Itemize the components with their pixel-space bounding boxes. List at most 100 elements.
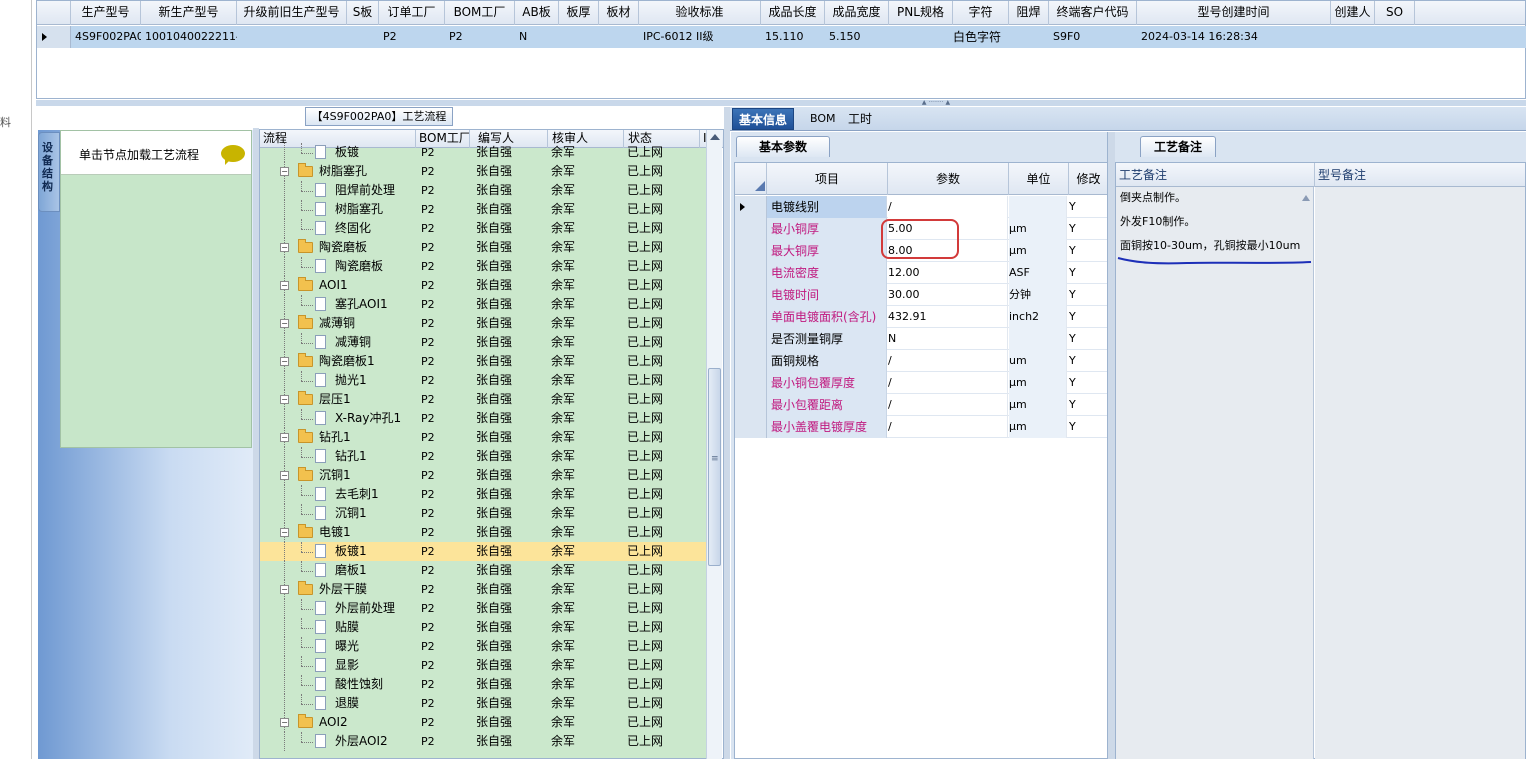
cell-order-factory[interactable]: P2 bbox=[379, 26, 445, 48]
collapse-icon[interactable]: − bbox=[280, 528, 289, 537]
tree-row[interactable]: 外层前处理 P2 张自强 余军 已上网 bbox=[260, 599, 706, 618]
param-value[interactable]: 30.00 bbox=[888, 284, 1008, 306]
horizontal-splitter[interactable]: ▲ ········ ▲ bbox=[36, 100, 1526, 106]
collapse-icon[interactable]: − bbox=[280, 585, 289, 594]
col-new-prod-model[interactable]: 新生产型号 bbox=[141, 1, 237, 25]
cell-char[interactable]: 白色字符 bbox=[949, 26, 1009, 48]
collapse-icon[interactable]: − bbox=[280, 433, 289, 442]
tree-row[interactable]: − 陶瓷磨板1 P2 张自强 余军 已上网 bbox=[260, 352, 706, 371]
col-creator[interactable]: 创建人 bbox=[1331, 1, 1375, 25]
cell-created[interactable]: 2024-03-14 16:28:34 bbox=[1137, 26, 1331, 48]
param-row[interactable]: 电镀时间 30.00 分钟 Y bbox=[735, 284, 1107, 306]
tree-row[interactable]: 终固化 P2 张自强 余军 已上网 bbox=[260, 219, 706, 238]
tree-scrollbar[interactable]: ≡ bbox=[706, 130, 722, 759]
tree-row[interactable]: − 电镀1 P2 张自强 余军 已上网 bbox=[260, 523, 706, 542]
col-prod-model[interactable]: 生产型号 bbox=[71, 1, 141, 25]
tree-row[interactable]: 陶瓷磨板 P2 张自强 余军 已上网 bbox=[260, 257, 706, 276]
collapse-icon[interactable]: − bbox=[280, 395, 289, 404]
col-standard[interactable]: 验收标准 bbox=[639, 1, 761, 25]
cell-standard[interactable]: IPC-6012 II级 bbox=[639, 26, 761, 48]
process-remark-textarea[interactable]: 倒夹点制作。 外发F10制作。 面铜按10-30um，孔铜按最小10um bbox=[1116, 187, 1314, 759]
tree-row[interactable]: 贴膜 P2 张自强 余军 已上网 bbox=[260, 618, 706, 637]
param-row[interactable]: 电镀线别 / Y bbox=[735, 196, 1107, 218]
tree-row[interactable]: 酸性蚀刻 P2 张自强 余军 已上网 bbox=[260, 675, 706, 694]
param-value[interactable]: / bbox=[888, 394, 1008, 416]
tree-row[interactable]: 树脂塞孔 P2 张自强 余军 已上网 bbox=[260, 200, 706, 219]
cell-material[interactable] bbox=[599, 26, 639, 48]
collapse-icon[interactable]: − bbox=[280, 357, 289, 366]
col-length[interactable]: 成品长度 bbox=[761, 1, 825, 25]
vertical-splitter-mid[interactable] bbox=[724, 107, 730, 759]
col-modify[interactable]: 修改 bbox=[1069, 163, 1107, 195]
tab-bom[interactable]: BOM bbox=[804, 108, 842, 130]
collapse-icon[interactable]: − bbox=[280, 319, 289, 328]
col-order-factory[interactable]: 订单工厂 bbox=[379, 1, 445, 25]
process-tree-grid[interactable]: 流程 BOM工厂 编写人 核审人 状态 I 板镀 P2 张自强 余军 已上网 − 树脂塞孔 P… bbox=[259, 129, 724, 759]
tree-row[interactable]: 磨板1 P2 张自强 余军 已上网 bbox=[260, 561, 706, 580]
cell-creator[interactable] bbox=[1331, 26, 1375, 48]
collapse-icon[interactable]: − bbox=[280, 471, 289, 480]
tab-basic-info[interactable]: 基本信息 bbox=[732, 108, 795, 130]
tree-row[interactable]: − 钻孔1 P2 张自强 余军 已上网 bbox=[260, 428, 706, 447]
col-unit[interactable]: 单位 bbox=[1009, 163, 1069, 195]
subtab-basic-params[interactable]: 基本参数 bbox=[736, 136, 830, 157]
model-grid-row[interactable]: 4S9F002PA0 10010400222114 P2 P2 N IPC-60… bbox=[37, 26, 1526, 48]
tree-row[interactable]: 抛光1 P2 张自强 余军 已上网 bbox=[260, 371, 706, 390]
param-value[interactable]: / bbox=[888, 416, 1008, 438]
param-value[interactable]: / bbox=[888, 350, 1008, 372]
col-solder[interactable]: 阻焊 bbox=[1009, 1, 1049, 25]
tree-row[interactable]: − AOI1 P2 张自强 余军 已上网 bbox=[260, 276, 706, 295]
tree-row[interactable]: 塞孔AOI1 P2 张自强 余军 已上网 bbox=[260, 295, 706, 314]
param-value[interactable]: N bbox=[888, 328, 1008, 350]
param-row[interactable]: 最小包覆距离 / μm Y bbox=[735, 394, 1107, 416]
tree-row[interactable]: X-Ray冲孔1 P2 张自强 余军 已上网 bbox=[260, 409, 706, 428]
cell-bom-factory[interactable]: P2 bbox=[445, 26, 515, 48]
col-char[interactable]: 字符 bbox=[953, 1, 1009, 25]
param-row[interactable]: 是否测量铜厚 N Y bbox=[735, 328, 1107, 350]
col-customer[interactable]: 终端客户代码 bbox=[1049, 1, 1137, 25]
param-row[interactable]: 最小铜包覆厚度 / μm Y bbox=[735, 372, 1107, 394]
tree-row[interactable]: 钻孔1 P2 张自强 余军 已上网 bbox=[260, 447, 706, 466]
vertical-splitter-right[interactable] bbox=[1107, 132, 1115, 759]
tree-row[interactable]: 去毛刺1 P2 张自强 余军 已上网 bbox=[260, 485, 706, 504]
tab-work-hours[interactable]: 工时 bbox=[842, 108, 878, 130]
cell-new-prod-model[interactable]: 10010400222114 bbox=[141, 26, 237, 48]
col-pnl[interactable]: PNL规格 bbox=[889, 1, 953, 25]
tree-row[interactable]: 减薄铜 P2 张自强 余军 已上网 bbox=[260, 333, 706, 352]
cell-s-board[interactable] bbox=[347, 26, 379, 48]
param-row[interactable]: 面铜规格 / um Y bbox=[735, 350, 1107, 372]
col-width[interactable]: 成品宽度 bbox=[825, 1, 889, 25]
cell-pnl[interactable] bbox=[889, 26, 953, 48]
subtab-process-remarks[interactable]: 工艺备注 bbox=[1140, 136, 1216, 157]
model-remark-textarea[interactable] bbox=[1315, 187, 1525, 759]
side-tab-equipment[interactable]: 设备结构 bbox=[38, 132, 60, 212]
tree-row[interactable]: 外层AOI2 P2 张自强 余军 已上网 bbox=[260, 732, 706, 751]
cell-so[interactable] bbox=[1375, 26, 1415, 48]
col-old-model[interactable]: 升级前旧生产型号 bbox=[237, 1, 347, 25]
scroll-thumb[interactable]: ≡ bbox=[708, 368, 721, 566]
model-grid[interactable]: 生产型号 新生产型号 升级前旧生产型号 S板 订单工厂 BOM工厂 AB板 板厚… bbox=[36, 0, 1526, 99]
col-item[interactable]: 项目 bbox=[767, 163, 888, 195]
col-material[interactable]: 板材 bbox=[599, 1, 639, 25]
col-thickness[interactable]: 板厚 bbox=[559, 1, 599, 25]
cell-solder[interactable] bbox=[1009, 26, 1049, 48]
cell-old-model[interactable] bbox=[237, 26, 347, 48]
collapse-icon[interactable]: − bbox=[280, 281, 289, 290]
param-row[interactable]: 单面电镀面积(含孔) 432.91 inch2 Y bbox=[735, 306, 1107, 328]
tree-row[interactable]: − 层压1 P2 张自强 余军 已上网 bbox=[260, 390, 706, 409]
col-param[interactable]: 参数 bbox=[888, 163, 1009, 195]
scroll-up-icon[interactable] bbox=[710, 134, 720, 140]
tree-row[interactable]: 沉铜1 P2 张自强 余军 已上网 bbox=[260, 504, 706, 523]
collapse-icon[interactable]: − bbox=[280, 243, 289, 252]
splitter-grip-icon[interactable]: ▲ ········ ▲ bbox=[906, 100, 966, 106]
cell-ab-board[interactable]: N bbox=[515, 26, 559, 48]
tree-row[interactable]: 曝光 P2 张自强 余军 已上网 bbox=[260, 637, 706, 656]
tree-row[interactable]: 板镀1 P2 张自强 余军 已上网 bbox=[260, 542, 706, 561]
col-bom-factory[interactable]: BOM工厂 bbox=[445, 1, 515, 25]
tree-row[interactable]: 显影 P2 张自强 余军 已上网 bbox=[260, 656, 706, 675]
col-s-board[interactable]: S板 bbox=[347, 1, 379, 25]
param-value[interactable]: 432.91 bbox=[888, 306, 1008, 328]
tree-row[interactable]: 板镀 P2 张自强 余军 已上网 bbox=[260, 143, 706, 162]
cell-customer[interactable]: S9F0 bbox=[1049, 26, 1137, 48]
cell-prod-model[interactable]: 4S9F002PA0 bbox=[71, 26, 141, 48]
